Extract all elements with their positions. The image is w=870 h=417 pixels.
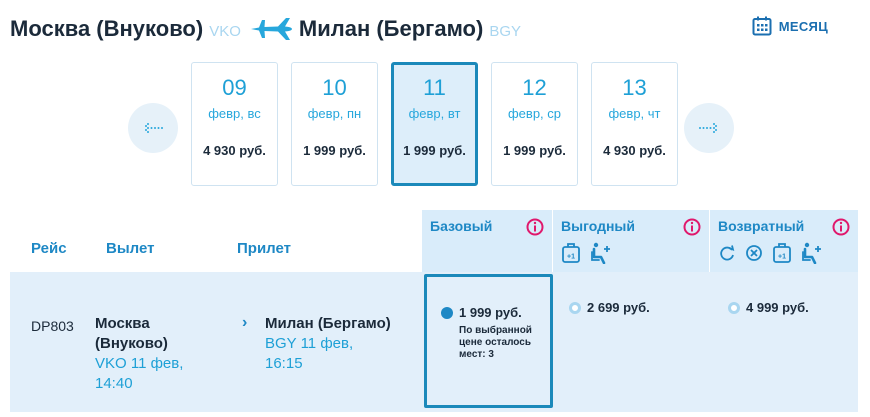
arrow-left-icon	[145, 123, 163, 133]
flight-number: DP803	[31, 318, 74, 334]
seat-plus-icon	[802, 242, 821, 264]
radio-empty-icon	[728, 301, 740, 314]
origin-city: Москва (Внуково)	[10, 16, 204, 41]
departure-time-line1: VKO 11 фев,	[95, 355, 184, 372]
info-icon[interactable]	[526, 218, 544, 236]
origin-code: VKO	[209, 22, 241, 40]
departure-info: Москва (Внуково) VKO 11 фев, 14:40	[95, 314, 215, 394]
date-day: 09	[222, 75, 247, 100]
prev-dates-button[interactable]	[128, 103, 178, 153]
date-price: 1 999 руб.	[303, 143, 366, 158]
refresh-icon	[720, 245, 735, 261]
info-icon[interactable]	[832, 218, 850, 236]
header-flight: Рейс	[31, 240, 67, 257]
fare-option-advantage[interactable]: 2 699 руб.	[553, 274, 709, 408]
date-card-selected[interactable]: 11 февр, вт 1 999 руб.	[391, 62, 478, 186]
month-button[interactable]: МЕСЯЦ	[752, 16, 828, 36]
radio-selected-icon	[441, 306, 453, 319]
svg-text:+1: +1	[778, 254, 786, 261]
cancel-icon	[746, 245, 762, 261]
date-card[interactable]: 10 февр, пн 1 999 руб.	[291, 62, 378, 186]
date-weekday: февр, вс	[208, 106, 261, 121]
airplane-icon	[250, 18, 292, 40]
destination-city: Милан (Бергамо)	[298, 16, 484, 41]
arrival-city: Милан (Бергамо)	[265, 315, 391, 332]
next-dates-button[interactable]	[684, 103, 734, 153]
header-departure: Вылет	[106, 240, 155, 257]
date-day: 11	[423, 75, 446, 100]
seat-plus-icon	[591, 242, 610, 264]
luggage-plus-icon: +1	[562, 243, 580, 263]
fare-header-basic: Базовый	[422, 210, 552, 272]
fare-option-basic[interactable]: 1 999 руб. По выбранной цене осталось ме…	[424, 274, 553, 408]
fare-option-return[interactable]: 4 999 руб.	[710, 274, 858, 408]
date-day: 13	[622, 75, 647, 100]
date-price: 4 930 руб.	[203, 143, 266, 158]
fare-price: 2 699 руб.	[587, 300, 650, 315]
destination-code: BGY	[489, 22, 521, 40]
date-day: 12	[522, 75, 547, 100]
luggage-plus-icon: +1	[773, 243, 791, 263]
chevron-right-icon: ›	[242, 314, 248, 331]
fare-price: 4 999 руб.	[746, 300, 809, 315]
fare-radio-option[interactable]: 1 999 руб.	[441, 305, 522, 320]
date-weekday: февр, ср	[507, 106, 561, 121]
fare-price: 1 999 руб.	[459, 305, 522, 320]
arrival-time-line2: 16:15	[265, 355, 303, 372]
fare-header-return: Возвратный +1	[710, 210, 858, 272]
date-card[interactable]: 12 февр, ср 1 999 руб.	[491, 62, 578, 186]
date-selector: 09 февр, вс 4 930 руб. 10 февр, пн 1 999…	[191, 62, 678, 186]
departure-city-line2: (Внуково)	[95, 335, 168, 352]
route-header: Москва (Внуково) VKO Милан (Бергамо) BGY	[10, 14, 521, 44]
date-weekday: февр, пн	[307, 106, 362, 121]
calendar-icon	[752, 16, 772, 36]
date-card[interactable]: 09 февр, вс 4 930 руб.	[191, 62, 278, 186]
radio-empty-icon	[569, 301, 581, 314]
fare-header-advantage: Выгодный +1	[553, 210, 709, 272]
date-day: 10	[322, 75, 347, 100]
date-weekday: февр, чт	[608, 106, 661, 121]
info-icon[interactable]	[683, 218, 701, 236]
fare-radio-option[interactable]: 2 699 руб.	[569, 300, 650, 315]
arrow-right-icon	[699, 123, 717, 133]
date-price: 4 930 руб.	[603, 143, 666, 158]
departure-city-line1: Москва	[95, 315, 150, 332]
date-price: 1 999 руб.	[503, 143, 566, 158]
date-weekday: февр, вт	[408, 106, 461, 121]
fare-radio-option[interactable]: 4 999 руб.	[728, 300, 809, 315]
svg-text:+1: +1	[567, 254, 575, 261]
month-button-label: МЕСЯЦ	[778, 18, 828, 34]
date-card[interactable]: 13 февр, чт 4 930 руб.	[591, 62, 678, 186]
date-price: 1 999 руб.	[403, 143, 466, 158]
arrival-info: Милан (Бергамо) BGY 11 фев, 16:15	[265, 314, 425, 374]
seats-left-note: По выбранной цене осталось мест: 3	[459, 325, 532, 360]
arrival-time-line1: BGY 11 фев,	[265, 335, 354, 352]
header-arrival: Прилет	[237, 240, 291, 257]
departure-time-line2: 14:40	[95, 375, 133, 392]
